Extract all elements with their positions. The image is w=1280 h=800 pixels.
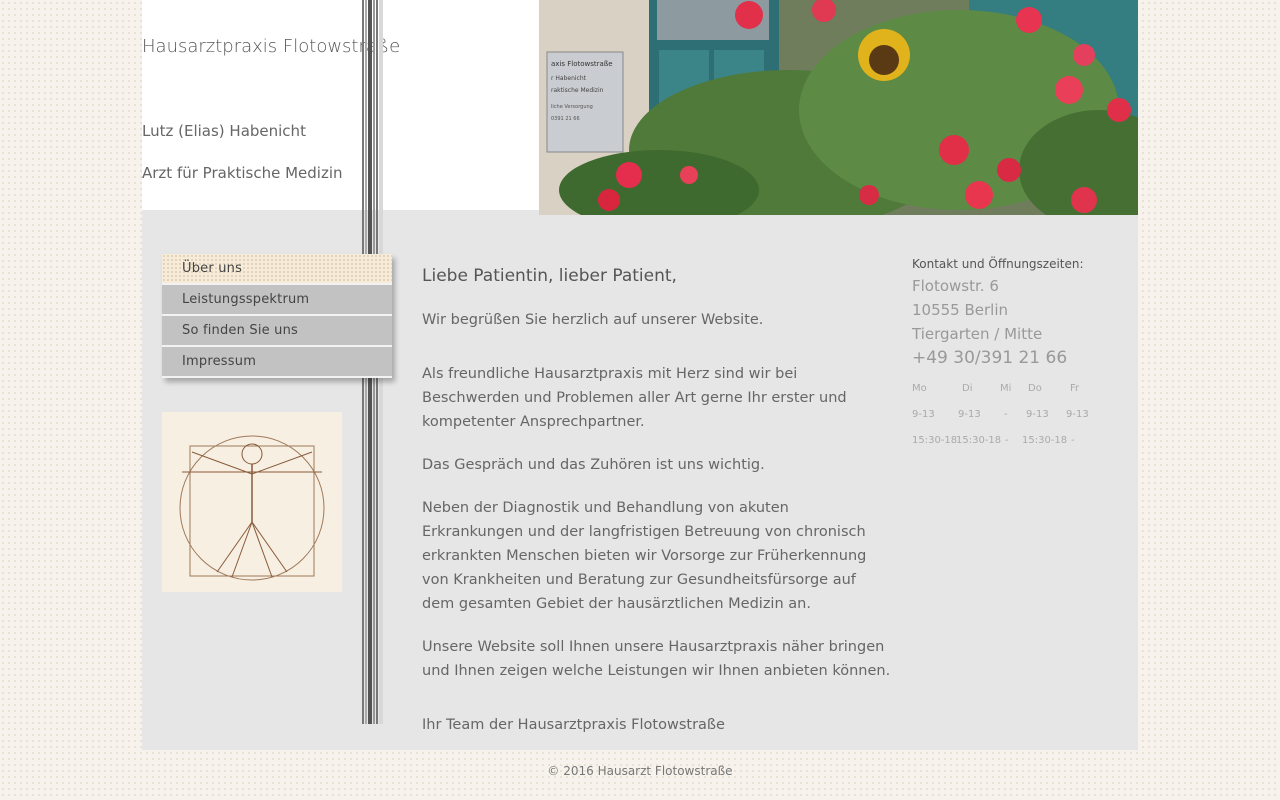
afternoon-mi: - [1005,435,1009,446]
opening-hours-table: Mo Di Mi Do Fr 9-13 9-13 - 9-13 9-13 15:… [912,376,1132,454]
phone-number[interactable]: +49 30/391 21 66 [912,346,1132,370]
contact-sidebar: Kontakt und Öffnungszeiten: Flotowstr. 6… [912,254,1132,454]
doctor-name: Lutz (Elias) Habenicht [142,122,306,140]
vitruvian-man-image [162,412,342,592]
sign-line-4: liche Versorgung [551,104,593,110]
nav-item-ueber-uns[interactable]: Über uns [162,254,392,285]
afternoon-mo: 15:30-18 [912,435,958,446]
morning-fr: 9-13 [1066,409,1089,420]
morning-di: 9-13 [958,409,981,420]
welcome-paragraph: Wir begrüßen Sie herzlich auf unserer We… [422,312,764,328]
footer-copyright: © 2016 Hausarzt Flotowstraße [547,764,733,778]
header-banner-image: axis Flotowstraße r Habenicht raktische … [539,0,1138,215]
header-background [142,0,539,215]
intro-paragraph: Als freundliche Hausarztpraxis mit Herz … [422,366,847,430]
doctor-role: Arzt für Praktische Medizin [142,164,343,182]
page-container: Hausarztpraxis Flotowstraße Lutz (Elias)… [142,0,1138,750]
banner-flowers-photo: axis Flotowstraße r Habenicht raktische … [539,0,1138,215]
nav-item-impressum[interactable]: Impressum [162,347,392,378]
welcome-heading: Liebe Patientin, lieber Patient, [422,266,677,286]
nav-item-so-finden-sie-uns[interactable]: So finden Sie uns [162,316,392,347]
day-di: Di [962,383,973,394]
address-street: Flotowstr. 6 [912,277,999,295]
services-paragraph: Neben der Diagnostik und Behandlung von … [422,500,867,612]
afternoon-do: 15:30-18 [1022,435,1068,446]
sign-line-3: raktische Medizin [551,87,604,94]
morning-do: 9-13 [1026,409,1049,420]
afternoon-di: 15:30-18 [956,435,1002,446]
nav-item-leistungsspektrum[interactable]: Leistungsspektrum [162,285,392,316]
afternoon-fr: - [1071,435,1075,446]
morning-mi: - [1004,409,1008,420]
main-content: Liebe Patientin, lieber Patient, Wir beg… [422,262,892,756]
website-paragraph: Unsere Website soll Ihnen unsere Hausarz… [422,639,891,679]
sign-line-5: 0391 21 66 [551,116,580,122]
sign-line-1: axis Flotowstraße [551,60,613,68]
hours-days-row: Mo Di Mi Do Fr [912,376,1132,402]
morning-mo: 9-13 [912,409,935,420]
day-fr: Fr [1070,383,1080,394]
day-mi: Mi [1000,383,1012,394]
day-mo: Mo [912,383,927,394]
contact-label: Kontakt und Öffnungszeiten: [912,257,1084,271]
day-do: Do [1028,383,1042,394]
hours-morning-row: 9-13 9-13 - 9-13 9-13 [912,402,1132,428]
sign-line-2: r Habenicht [551,75,587,82]
conversation-paragraph: Das Gespräch und das Zuhören ist uns wic… [422,457,765,473]
address-district: Tiergarten / Mitte [912,325,1043,343]
address-city: 10555 Berlin [912,301,1009,319]
hours-afternoon-row: 15:30-18 15:30-18 - 15:30-18 - [912,428,1132,454]
main-navigation: Über uns Leistungsspektrum So finden Sie… [162,254,392,378]
signature: Ihr Team der Hausarztpraxis Flotowstraße [422,717,725,733]
